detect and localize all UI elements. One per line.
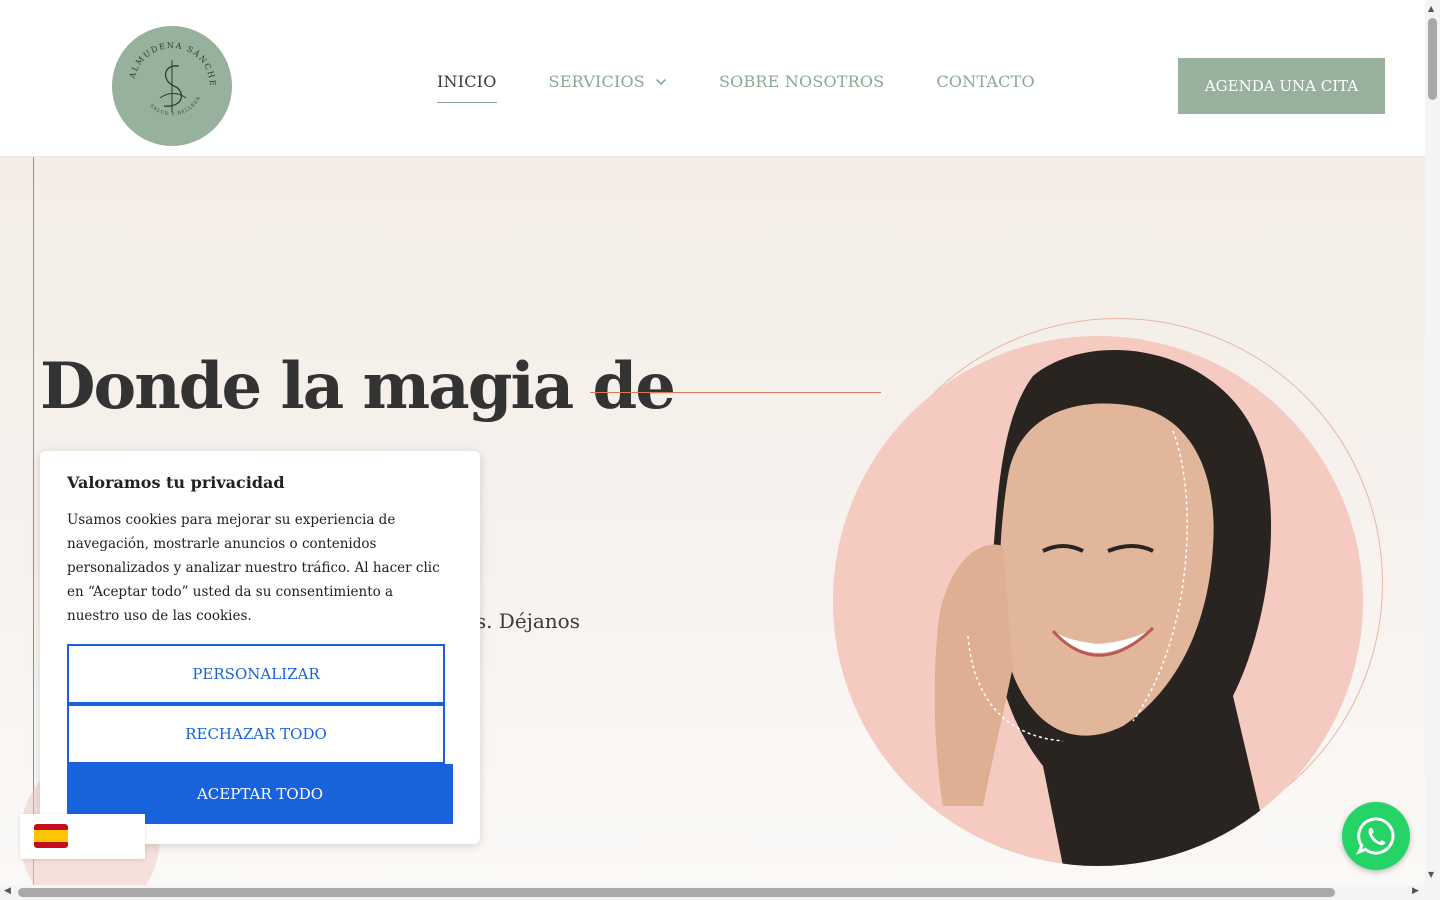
site-header: ALMUDENA SÁNCHEZ SALUD Y BELLEZA INICIO … [0,0,1425,157]
logo[interactable]: ALMUDENA SÁNCHEZ SALUD Y BELLEZA [112,26,232,146]
nav-item-sobre-nosotros[interactable]: SOBRE NOSOTROS [719,72,884,103]
scrollbar-corner [1425,885,1440,900]
cookie-consent-dialog: Valoramos tu privacidad Usamos cookies p… [40,451,480,844]
horizontal-scroll-thumb[interactable] [18,888,1335,897]
logo-mark-icon: ALMUDENA SÁNCHEZ SALUD Y BELLEZA [112,26,217,117]
nav-item-label: INICIO [437,72,497,91]
horizontal-scrollbar[interactable]: ◀ ▶ [0,885,1425,900]
customize-button[interactable]: PERSONALIZAR [67,644,445,704]
smiling-woman-image [833,336,1363,866]
scroll-right-icon[interactable]: ▶ [1412,886,1419,896]
cookie-body: Usamos cookies para mejorar su experienc… [67,512,440,624]
scroll-up-icon[interactable]: ▲ [1428,4,1434,13]
hero-portrait [833,336,1363,866]
whatsapp-icon [1356,817,1395,855]
scroll-down-icon[interactable]: ▼ [1428,870,1434,879]
nav-item-servicios[interactable]: SERVICIOS [549,72,667,103]
book-appointment-button[interactable]: AGENDA UNA CITA [1178,58,1385,114]
logo-subtext: SALUD Y BELLEZA [149,95,201,117]
chevron-down-icon [655,78,667,85]
vertical-scroll-thumb[interactable] [1428,18,1437,100]
nav-item-label: CONTACTO [936,72,1035,91]
spain-flag-icon [34,824,68,848]
reject-all-button[interactable]: RECHAZAR TODO [67,704,445,764]
main-nav: INICIO SERVICIOS SOBRE NOSOTROS CONTACTO [437,72,1087,103]
nav-item-label: SOBRE NOSOTROS [718,72,885,91]
language-selector[interactable] [20,814,145,859]
scroll-left-icon[interactable]: ◀ [4,886,11,896]
nav-item-inicio[interactable]: INICIO [437,72,497,103]
nav-item-contacto[interactable]: CONTACTO [936,72,1034,103]
cookie-title: Valoramos tu privacidad [67,473,285,492]
logo-text: ALMUDENA SÁNCHEZ [112,26,216,87]
svg-text:SALUD Y BELLEZA: SALUD Y BELLEZA [149,95,202,117]
decorative-horizontal-line [590,392,881,393]
vertical-scrollbar[interactable]: ▲ ▼ [1425,0,1440,885]
hero-title: Donde la magia de [40,349,676,424]
decorative-vertical-line [33,157,34,885]
nav-item-label: SERVICIOS [548,72,645,91]
svg-text:ALMUDENA SÁNCHEZ: ALMUDENA SÁNCHEZ [112,26,217,87]
whatsapp-button[interactable] [1342,802,1410,870]
